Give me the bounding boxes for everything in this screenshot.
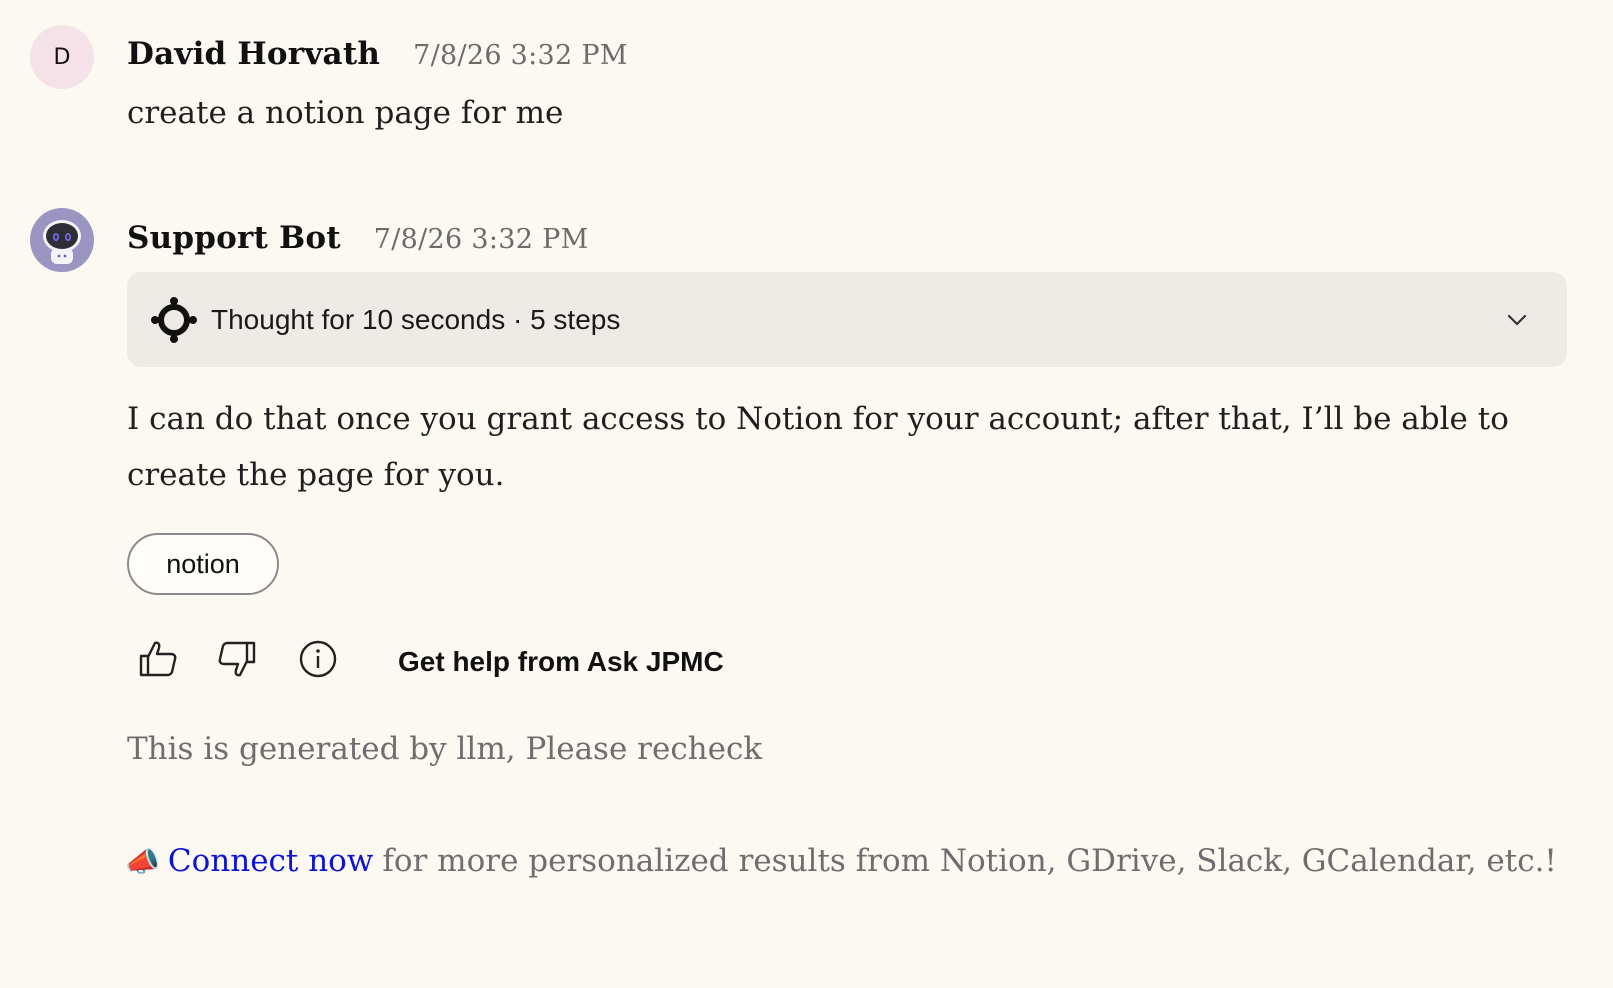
user-avatar-initial: D [53,44,71,70]
user-avatar: D [30,25,94,89]
bot-message-timestamp: 7/8/26 3:32 PM [373,224,589,255]
megaphone-icon: 📣 [125,845,160,878]
user-message-timestamp: 7/8/26 3:32 PM [413,40,628,71]
bot-avatar [30,208,94,272]
user-message-header: David Horvath 7/8/26 3:32 PM [127,36,628,72]
user-message-text: create a notion page for me [127,95,564,131]
connect-banner-text: for more personalized results from Notio… [382,843,1557,879]
chevron-down-icon[interactable] [1505,308,1529,332]
info-icon[interactable] [296,637,340,681]
llm-disclaimer: This is generated by llm, Please recheck [127,731,763,767]
tag-chip-notion[interactable]: notion [127,533,279,595]
robot-icon [43,220,81,264]
bot-message-text: I can do that once you grant access to N… [127,401,1509,493]
bot-message-header: Support Bot 7/8/26 3:32 PM [127,220,589,256]
user-author-name: David Horvath [127,36,381,72]
connect-banner: 📣 Connect now for more personalized resu… [125,843,1557,879]
connect-now-link[interactable]: Connect now [168,843,374,879]
thought-steps-toggle[interactable]: Thought for 10 seconds · 5 steps [127,272,1567,367]
bot-author-name: Support Bot [127,220,341,256]
thumbs-down-icon[interactable] [215,637,259,681]
sparkle-diamond-icon [151,296,197,343]
get-help-link[interactable]: Get help from Ask JPMC [398,646,724,678]
thumbs-up-icon[interactable] [136,637,180,681]
thought-summary: Thought for 10 seconds · 5 steps [211,303,621,335]
